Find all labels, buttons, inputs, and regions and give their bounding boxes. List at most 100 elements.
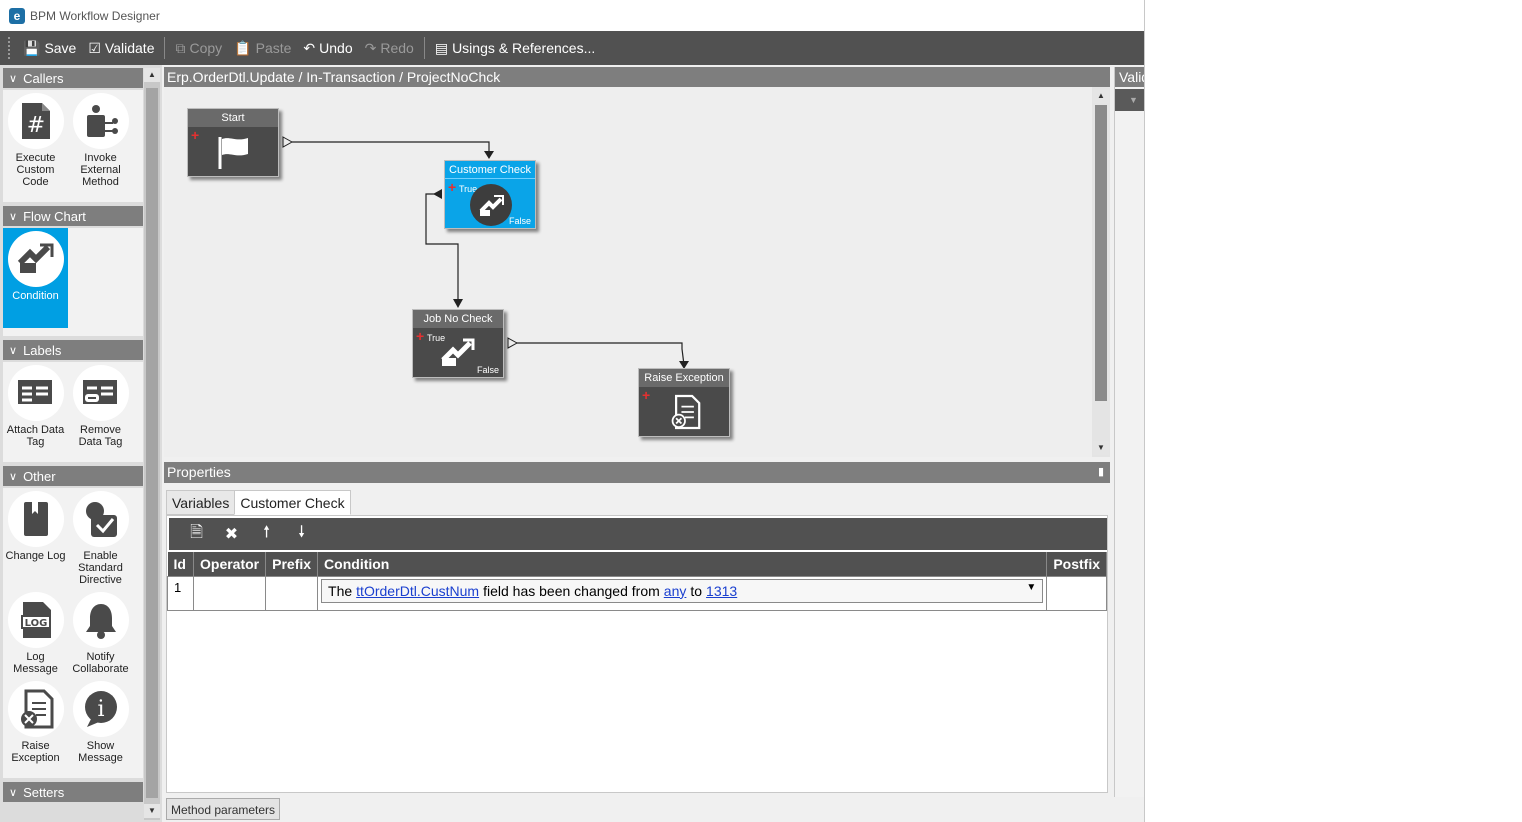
add-icon[interactable]: + (416, 329, 424, 343)
condition-from-link[interactable]: any (664, 583, 687, 599)
condition-field-link[interactable]: ttOrderDtl.CustNum (356, 583, 479, 599)
scroll-up-arrow-icon[interactable]: ▲ (1093, 89, 1109, 103)
cell-id[interactable]: 1 (167, 575, 194, 611)
toolbox-panel: ∨ Callers # Execute Custom Code Invoke E… (0, 65, 162, 822)
exception-document-icon (669, 393, 701, 436)
node-start[interactable]: Start + (187, 108, 279, 177)
scroll-down-arrow-icon[interactable]: ▼ (1093, 441, 1109, 455)
tab-method-parameters[interactable]: Method parameters (166, 798, 281, 820)
validation-title: Validation (1115, 67, 1144, 87)
tool-invoke-external-method[interactable]: Invoke External Method (68, 93, 133, 188)
toolbox-section-other[interactable]: ∨ Other (3, 466, 143, 486)
condition-text: to (690, 582, 703, 599)
cell-condition[interactable]: The ttOrderDtl.CustNum field has been ch… (317, 575, 1048, 611)
add-icon[interactable]: + (191, 128, 199, 142)
hash-document-icon: # (7, 93, 64, 149)
paste-button[interactable]: 📋 Paste (228, 35, 297, 61)
toolbar-grip[interactable] (8, 37, 11, 59)
cell-operator[interactable] (192, 575, 267, 611)
column-header-condition[interactable]: Condition (317, 552, 1048, 576)
node-job-no-check[interactable]: Job No Check + True False (412, 309, 504, 378)
toolbar-separator (423, 37, 425, 59)
column-header-operator[interactable]: Operator (193, 552, 267, 576)
chevron-down-icon: ∨ (9, 210, 18, 223)
properties-title: Properties (167, 464, 231, 480)
scroll-thumb[interactable] (1095, 105, 1107, 401)
info-bubble-icon: i (72, 681, 129, 737)
node-title: Customer Check (445, 161, 535, 179)
scroll-down-arrow-icon[interactable]: ▼ (144, 804, 160, 818)
toolbox-section-callers[interactable]: ∨ Callers (3, 68, 143, 88)
tool-remove-data-tag[interactable]: Remove Data Tag (68, 365, 133, 448)
checkbox-icon: ☑ (88, 39, 101, 56)
dropdown-arrow-icon[interactable]: ▼ (1026, 582, 1036, 593)
usings-references-button[interactable]: ▤ Usings & References... (429, 35, 601, 61)
tool-enable-standard-directive[interactable]: Enable Standard Directive (68, 491, 133, 586)
condition-to-link[interactable]: 1313 (706, 583, 737, 599)
tool-label: Enable Standard Directive (78, 550, 123, 586)
section-title: Callers (23, 70, 64, 86)
condition-icon (7, 231, 64, 287)
app-logo-icon: e (9, 7, 25, 24)
cell-prefix[interactable] (265, 575, 319, 611)
redo-icon: ↷ (364, 39, 377, 56)
copy-button[interactable]: ⧉ Copy (169, 35, 228, 61)
copy-label: Copy (189, 40, 223, 56)
pin-icon[interactable]: ▮ (1098, 462, 1104, 483)
svg-text:i: i (97, 697, 104, 722)
toolbox-scrollbar[interactable]: ▲ ▼ (144, 68, 160, 820)
tool-attach-data-tag[interactable]: Attach Data Tag (3, 365, 68, 448)
tool-execute-custom-code[interactable]: # Execute Custom Code (3, 93, 68, 188)
column-header-postfix[interactable]: Postfix (1046, 552, 1107, 576)
tab-variables[interactable]: Variables (166, 490, 236, 515)
redo-button[interactable]: ↷ Redo (359, 35, 420, 61)
tool-show-message[interactable]: i Show Message (68, 681, 133, 764)
new-row-icon[interactable]: 🗎 (179, 521, 214, 548)
grid-toolbar: 🗎 ✖ 🠕 🠗 (169, 518, 1107, 550)
toolbox-section-labels[interactable]: ∨ Labels (3, 340, 143, 360)
window-title: BPM Workflow Designer (30, 8, 160, 23)
scroll-thumb[interactable] (146, 88, 158, 798)
tool-log-message[interactable]: LOG Log Message (3, 592, 68, 675)
table-row[interactable]: 1 The ttOrderDtl.CustNum field has been … (167, 575, 1107, 611)
false-label: False (476, 365, 499, 375)
exception-document-icon (7, 681, 64, 737)
validate-button[interactable]: ☑ Validate (82, 35, 160, 61)
move-up-icon[interactable]: 🠕 (249, 521, 284, 548)
flow-chart-items: Condition (3, 228, 143, 336)
node-raise-exception[interactable]: Raise Exception + (638, 368, 730, 437)
validation-filter-dropdown[interactable]: ▼ (1115, 89, 1144, 111)
save-button[interactable]: 💾 Save (17, 35, 82, 61)
svg-text:LOG: LOG (24, 618, 47, 629)
tab-customer-check[interactable]: Customer Check (234, 490, 351, 515)
condition-editor[interactable]: The ttOrderDtl.CustNum field has been ch… (321, 578, 1044, 603)
toolbox-section-flow-chart[interactable]: ∨ Flow Chart (3, 206, 143, 226)
add-icon[interactable]: + (642, 388, 650, 402)
delete-row-icon[interactable]: ✖ (214, 524, 249, 544)
bottom-tab-bar: Method parameters (164, 797, 1144, 822)
column-header-id[interactable]: Id (167, 552, 194, 576)
toolbox-section-setters[interactable]: ∨ Setters (3, 782, 143, 802)
scroll-up-arrow-icon[interactable]: ▲ (144, 68, 160, 82)
column-header-prefix[interactable]: Prefix (265, 552, 319, 576)
move-down-icon[interactable]: 🠗 (284, 521, 319, 548)
tool-label: Invoke External Method (80, 152, 121, 188)
add-icon[interactable]: + (448, 180, 456, 194)
tool-raise-exception[interactable]: Raise Exception (3, 681, 68, 764)
tool-label: Condition (12, 290, 59, 302)
tool-change-log[interactable]: Change Log (3, 491, 68, 586)
properties-tabs: Variables Customer Check (166, 490, 351, 515)
undo-button[interactable]: ↶ Undo (297, 35, 358, 61)
condition-icon (439, 336, 477, 373)
workflow-canvas[interactable]: Start + Customer Check + True False Job … (164, 87, 1092, 457)
tool-condition[interactable]: Condition (3, 228, 68, 328)
section-title: Other (23, 468, 56, 484)
paste-label: Paste (255, 40, 292, 56)
chevron-down-icon: ∨ (9, 470, 18, 483)
node-customer-check[interactable]: Customer Check + True False (444, 160, 536, 229)
tool-notify-collaborate[interactable]: Notify Collaborate (68, 592, 133, 675)
canvas-scrollbar[interactable]: ▲ ▼ (1092, 87, 1110, 457)
section-title: Flow Chart (23, 208, 86, 224)
data-tag-remove-icon (72, 365, 129, 421)
cell-postfix[interactable] (1046, 575, 1107, 611)
